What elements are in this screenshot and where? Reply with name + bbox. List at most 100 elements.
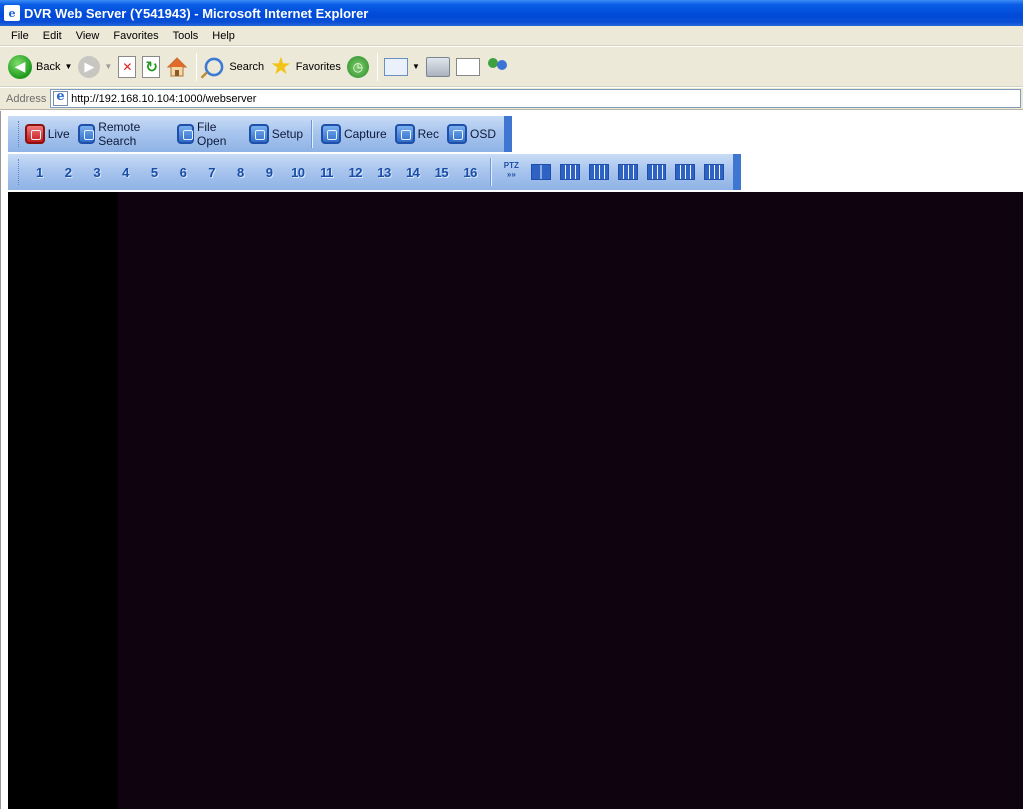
menu-file[interactable]: File (4, 30, 36, 42)
search-icon (204, 57, 224, 76)
channel-9-button[interactable]: 9 (255, 165, 284, 180)
window-title-bar[interactable]: e DVR Web Server (Y541943) - Microsoft I… (0, 0, 1023, 26)
layout-8-icon[interactable] (588, 164, 609, 180)
channel-12-button[interactable]: 12 (341, 165, 370, 180)
capture-button[interactable]: Capture (320, 124, 387, 144)
search-button[interactable]: Search (203, 56, 264, 78)
messenger-button[interactable] (486, 56, 510, 78)
printer-icon (425, 56, 450, 77)
address-input[interactable] (71, 92, 1020, 105)
menu-help[interactable]: Help (205, 30, 242, 42)
ptz-button[interactable]: PTZ»» (500, 161, 522, 183)
page-icon (53, 89, 69, 106)
video-left-panel (8, 192, 118, 809)
frame-edge (0, 111, 8, 809)
channel-14-button[interactable]: 14 (398, 165, 427, 180)
dvr-separator (490, 158, 493, 186)
edit-page-icon (455, 57, 480, 76)
print-button[interactable] (425, 56, 450, 77)
remote-search-label: Remote Search (98, 120, 141, 148)
channel-6-button[interactable]: 6 (169, 165, 198, 180)
osd-icon (446, 124, 467, 144)
refresh-icon (142, 55, 161, 78)
history-button[interactable]: ◷ (346, 55, 369, 78)
edit-button[interactable] (455, 57, 480, 76)
menu-bar: File Edit View Favorites Tools Help (0, 26, 1023, 46)
history-icon: ◷ (346, 55, 369, 78)
osd-label: OSD (469, 127, 496, 141)
dvr-separator (311, 120, 313, 148)
address-bar: Address (0, 88, 1023, 110)
window-title: DVR Web Server (Y541943) - Microsoft Int… (24, 5, 369, 21)
remote-search-button[interactable]: Remote Search (77, 120, 169, 148)
file-open-button[interactable]: File Open (176, 120, 241, 148)
channel-2-button[interactable]: 2 (54, 165, 83, 180)
remote-search-icon (77, 124, 96, 144)
layout-4-icon[interactable] (531, 164, 552, 180)
rec-label: Rec (417, 127, 439, 141)
menu-view[interactable]: View (69, 30, 107, 42)
channel-11-button[interactable]: 11 (312, 165, 341, 180)
channel-7-button[interactable]: 7 (197, 165, 226, 180)
channel-10-button[interactable]: 10 (283, 165, 312, 180)
refresh-button[interactable] (142, 55, 161, 78)
layout-9-icon[interactable] (646, 164, 667, 180)
ptz-label: PTZ (503, 161, 519, 170)
stop-button[interactable] (118, 55, 137, 78)
menu-edit[interactable]: Edit (36, 30, 69, 42)
home-icon (167, 56, 188, 76)
home-button[interactable] (166, 56, 188, 78)
channel-3-button[interactable]: 3 (82, 165, 111, 180)
address-field[interactable] (50, 89, 1021, 108)
channel-13-button[interactable]: 13 (370, 165, 399, 180)
menu-tools[interactable]: Tools (166, 30, 206, 42)
favorites-button[interactable]: ★ Favorites (270, 52, 341, 80)
layout-13-icon[interactable] (675, 164, 696, 180)
mail-icon (383, 57, 408, 76)
channel-4-button[interactable]: 4 (111, 165, 140, 180)
mail-dropdown-icon[interactable]: ▼ (412, 62, 420, 71)
file-open-label: File Open (197, 120, 227, 148)
rec-button[interactable]: Rec (394, 124, 439, 144)
setup-button[interactable]: Setup (248, 124, 304, 144)
toolbar-grip[interactable] (18, 121, 21, 147)
setup-label: Setup (271, 127, 304, 141)
layout-16-icon[interactable] (704, 164, 725, 180)
toolbar-grip[interactable] (18, 159, 21, 185)
capture-label: Capture (343, 127, 387, 141)
toolbar-separator (376, 52, 378, 81)
video-display-area[interactable] (8, 192, 1023, 809)
dvr-channel-toolbar: 1 2 3 4 5 6 7 8 9 10 11 12 13 14 15 16 P… (8, 154, 741, 190)
ie-app-icon[interactable]: e (4, 5, 20, 21)
live-icon (24, 124, 45, 144)
back-dropdown-icon[interactable]: ▼ (64, 62, 72, 71)
live-button[interactable]: Live (24, 124, 70, 144)
dvr-main-toolbar: Live Remote Search File Open Setup Captu… (8, 116, 512, 152)
forward-arrow-icon: ▶ (78, 55, 101, 78)
mail-button[interactable]: ▼ (383, 57, 420, 76)
channel-15-button[interactable]: 15 (427, 165, 456, 180)
rec-icon (394, 124, 415, 144)
page-content: Live Remote Search File Open Setup Captu… (0, 111, 1023, 809)
layout-10-icon[interactable] (617, 164, 638, 180)
osd-button[interactable]: OSD (446, 124, 496, 144)
stop-icon (118, 55, 137, 78)
channel-8-button[interactable]: 8 (226, 165, 255, 180)
toolbar-separator (196, 52, 198, 81)
channel-5-button[interactable]: 5 (140, 165, 169, 180)
favorites-star-icon: ★ (270, 52, 292, 80)
search-label: Search (229, 60, 265, 73)
back-arrow-icon: ◀ (8, 54, 32, 79)
channel-1-button[interactable]: 1 (25, 165, 54, 180)
forward-dropdown-icon[interactable]: ▼ (104, 62, 112, 71)
browser-toolbar: ◀ Back ▼ ▶ ▼ Search ★ Favorites ◷ ▼ (0, 47, 1023, 87)
menu-favorites[interactable]: Favorites (106, 30, 165, 42)
back-button[interactable]: ◀ Back ▼ (8, 54, 72, 79)
live-label: Live (47, 127, 70, 141)
channel-16-button[interactable]: 16 (456, 165, 485, 180)
setup-icon (248, 124, 269, 144)
address-label: Address (6, 92, 47, 105)
layout-6-icon[interactable] (560, 164, 580, 180)
messenger-icon (486, 56, 510, 78)
forward-button[interactable]: ▶ ▼ (78, 55, 112, 78)
